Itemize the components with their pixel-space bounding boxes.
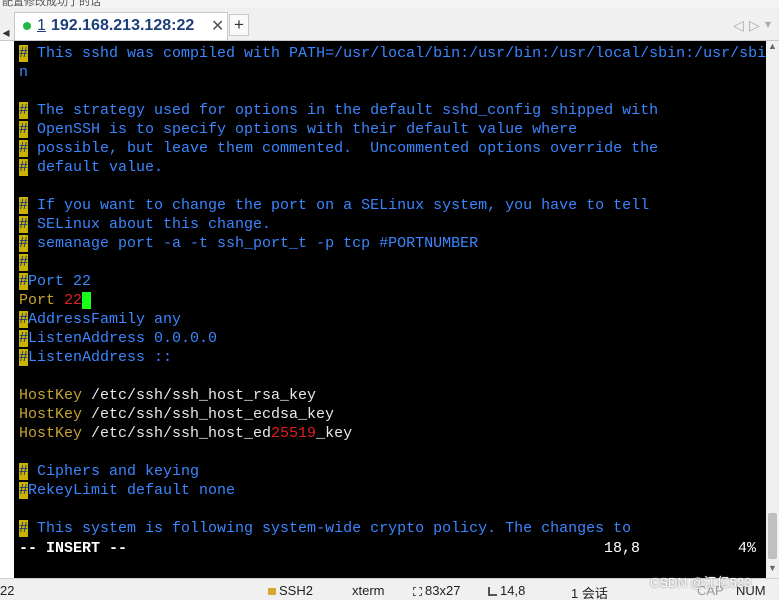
terminal-line: HostKey /etc/ssh/ssh_host_ed25519_key — [19, 424, 352, 443]
terminal-line: # This sshd was compiled with PATH=/usr/… — [19, 44, 766, 63]
terminal-line: # — [19, 253, 29, 272]
comment-marker: # — [19, 197, 29, 214]
comment-marker: # — [19, 216, 29, 233]
terminal-line: # The strategy used for options in the d… — [19, 101, 658, 120]
terminal-line: HostKey /etc/ssh/ssh_host_rsa_key — [19, 386, 316, 405]
status-cursor: 14,8 — [488, 583, 525, 598]
scroll-down-icon[interactable]: ▼ — [768, 563, 777, 573]
comment-text: n — [19, 64, 29, 81]
vim-cursor-position: 18,8 — [604, 540, 641, 557]
config-value: /etc/ssh/ssh_host_rsa_key — [91, 387, 317, 404]
terminal-line: # possible, but leave them commented. Un… — [19, 139, 658, 158]
status-sessions: 1 会话 — [571, 586, 608, 601]
comment-text: This sshd was compiled with PATH=/usr/lo… — [28, 45, 766, 62]
comment-text: OpenSSH is to specify options with their… — [28, 121, 578, 138]
tab-bar: ◂ 1 192.168.213.128:22 ✕ + ◁ ▷ ▾ — [0, 8, 779, 41]
terminal-line: n — [19, 63, 28, 82]
terminal-line: # OpenSSH is to specify options with the… — [19, 120, 577, 139]
terminal-line: # Ciphers and keying — [19, 462, 199, 481]
comment-text: possible, but leave them commented. Unco… — [28, 140, 659, 157]
comment-marker: # — [19, 273, 29, 290]
tab-menu-icon[interactable]: ▾ — [765, 17, 771, 31]
scrollbar-thumb[interactable] — [768, 513, 777, 559]
window-title-strip: 配置修改成功了的话 — [0, 0, 779, 8]
terminal-line: HostKey /etc/ssh/ssh_host_ecdsa_key — [19, 405, 334, 424]
terminal-line: Port 22 — [19, 291, 92, 310]
comment-marker: # — [19, 520, 29, 537]
comment-marker: # — [19, 140, 29, 157]
comment-marker: # — [19, 121, 29, 138]
scroll-up-icon[interactable]: ▲ — [768, 41, 777, 51]
comment-marker: # — [19, 463, 29, 480]
terminal-screen[interactable]: # This sshd was compiled with PATH=/usr/… — [14, 41, 766, 578]
terminal-line: # semanage port -a -t ssh_port_t -p tcp … — [19, 234, 478, 253]
comment-text: Ciphers and keying — [28, 463, 200, 480]
status-left-text: 22 — [0, 583, 15, 598]
window-title-text: 配置修改成功了的话 — [2, 0, 101, 8]
protocol-label: SSH2 — [279, 583, 313, 598]
config-number: 25519 — [271, 425, 317, 442]
comment-marker: # — [19, 102, 29, 119]
status-protocol: SSH2 — [268, 583, 313, 598]
comment-text: Port 22 — [28, 273, 92, 290]
tab-prev-icon[interactable]: ◁ — [733, 17, 744, 34]
terminal-line: # If you want to change the port on a SE… — [19, 196, 649, 215]
comment-marker: # — [19, 349, 29, 366]
config-keyword: HostKey — [19, 387, 92, 404]
terminal-scrollbar[interactable]: ▲ ▼ — [766, 41, 779, 578]
terminal-line: #ListenAddress 0.0.0.0 — [19, 329, 217, 348]
config-keyword: HostKey — [19, 425, 92, 442]
comment-marker: # — [19, 254, 29, 271]
terminal-line: # default value. — [19, 158, 163, 177]
tab-title: 192.168.213.128:22 — [51, 17, 195, 34]
tab-scroll-left-icon[interactable]: ◂ — [0, 22, 12, 42]
add-tab-button[interactable]: + — [229, 14, 249, 36]
terminal-line: # SELinux about this change. — [19, 215, 271, 234]
comment-text: default value. — [28, 159, 164, 176]
comment-marker: # — [19, 311, 29, 328]
terminal-line: # This system is following system-wide c… — [19, 519, 631, 538]
status-size: 83x27 — [413, 583, 460, 598]
config-value: /etc/ssh/ssh_host_ed — [91, 425, 272, 442]
vim-mode-indicator: -- INSERT -- — [19, 540, 128, 557]
text-cursor — [82, 292, 92, 309]
size-label: 83x27 — [425, 583, 461, 598]
tab-close-icon[interactable]: ✕ — [211, 16, 224, 36]
vim-scroll-percent: 4% — [738, 540, 757, 557]
terminal-line: #Port 22 — [19, 272, 91, 291]
tab-number: 1 — [37, 17, 46, 34]
config-keyword: Port — [19, 292, 65, 309]
comment-text: If you want to change the port on a SELi… — [28, 197, 650, 214]
status-term: xterm — [352, 583, 385, 598]
comment-text: semanage port -a -t ssh_port_t -p tcp #P… — [28, 235, 479, 252]
comment-marker: # — [19, 482, 29, 499]
tab-next-icon[interactable]: ▷ — [749, 17, 760, 34]
tab-session[interactable]: 1 192.168.213.128:22 ✕ — [14, 12, 228, 40]
comment-text: ListenAddress :: — [28, 349, 173, 366]
comment-marker: # — [19, 330, 29, 347]
config-value: /etc/ssh/ssh_host_ecdsa_key — [91, 406, 335, 423]
terminal-line: #ListenAddress :: — [19, 348, 172, 367]
comment-text: SELinux about this change. — [28, 216, 272, 233]
comment-marker: # — [19, 45, 29, 62]
comment-text: ListenAddress 0.0.0.0 — [28, 330, 218, 347]
terminal-size-icon — [413, 587, 422, 597]
comment-marker: # — [19, 235, 29, 252]
cursor-position-icon — [488, 587, 497, 597]
cursor-label: 14,8 — [500, 583, 526, 598]
terminal-line: #RekeyLimit default none — [19, 481, 235, 500]
comment-text: The strategy used for options in the def… — [28, 102, 659, 119]
comment-marker: # — [19, 159, 29, 176]
terminal-line: #AddressFamily any — [19, 310, 181, 329]
comment-text: This system is following system-wide cry… — [28, 520, 632, 537]
lock-icon — [268, 588, 276, 596]
watermark-text: CSDN @江亿523 — [650, 575, 752, 590]
config-keyword: HostKey — [19, 406, 92, 423]
connection-status-icon — [23, 22, 31, 30]
config-number: 22 — [64, 292, 83, 309]
comment-text: AddressFamily any — [28, 311, 182, 328]
comment-text: RekeyLimit default none — [28, 482, 236, 499]
config-value: _key — [316, 425, 353, 442]
